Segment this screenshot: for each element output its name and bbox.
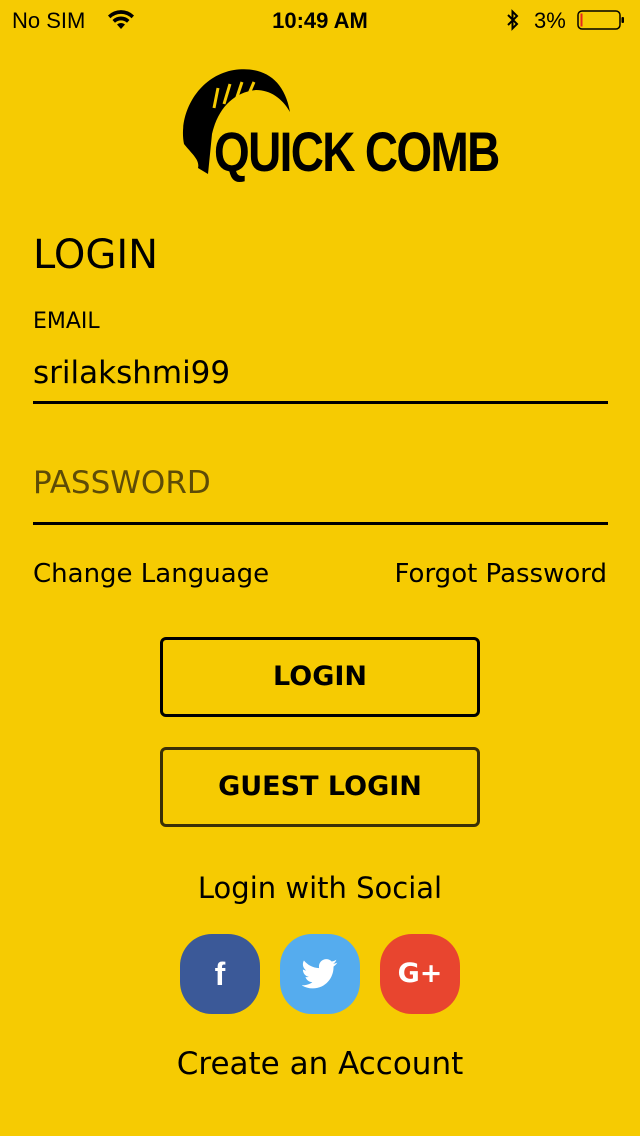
twitter-icon (302, 959, 338, 989)
guest-login-button[interactable]: GUEST LOGIN (160, 747, 480, 827)
email-field[interactable] (33, 344, 608, 404)
twitter-login-button[interactable] (280, 934, 360, 1014)
social-login-title: Login with Social (197, 871, 443, 905)
create-account-link[interactable]: Create an Account (0, 1042, 640, 1086)
forgot-password-link[interactable]: Forgot Password (395, 556, 607, 592)
bluetooth-icon (507, 9, 519, 31)
email-label: EMAIL (33, 309, 100, 334)
battery-percent: 3% (534, 8, 566, 33)
google-plus-login-button[interactable]: G+ (380, 934, 460, 1014)
google-plus-icon: G+ (397, 958, 443, 989)
password-field[interactable] (33, 444, 608, 525)
facebook-icon: f (214, 956, 226, 992)
login-button[interactable]: LOGIN (160, 637, 480, 717)
status-bar: No SIM 10:49 AM 3% (0, 0, 640, 40)
change-language-link[interactable]: Change Language (33, 556, 269, 592)
page-title: LOGIN (33, 232, 159, 278)
facebook-login-button[interactable]: f (180, 934, 260, 1014)
battery-icon (577, 10, 624, 30)
logo-text: QUICK COMB (214, 120, 500, 183)
quick-comb-logo: QUICK COMB (178, 64, 500, 188)
